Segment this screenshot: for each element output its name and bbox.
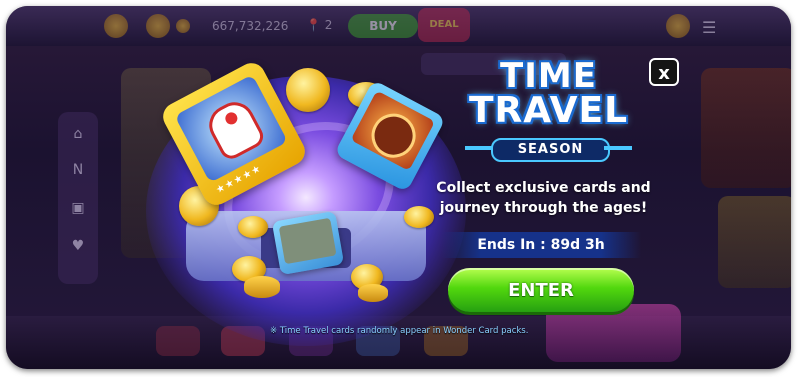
season-badge: SEASON xyxy=(491,138,610,162)
description-line1: Collect exclusive cards and xyxy=(436,180,651,196)
robot-eye xyxy=(223,110,240,127)
slots-icon[interactable]: ▣ xyxy=(70,200,86,216)
coin-stack xyxy=(244,276,280,298)
popup-description: Collect exclusive cards and journey thro… xyxy=(436,178,651,218)
logo-title-line2: TRAVEL xyxy=(468,90,629,131)
wonder-card-small xyxy=(271,210,345,276)
lion-figure xyxy=(363,105,424,166)
new-icon[interactable]: N xyxy=(70,162,86,178)
favorites-icon[interactable]: ♥ xyxy=(70,238,86,254)
vip-room-button[interactable] xyxy=(156,326,200,356)
coin-icon xyxy=(176,19,190,33)
top-bar: 667,732,226 📍 2 BUY DEAL ☰ xyxy=(6,6,791,46)
gold-coin xyxy=(286,68,330,112)
deal-button[interactable]: DEAL xyxy=(418,8,470,42)
home-icon[interactable]: ⌂ xyxy=(70,126,86,142)
gift-icon[interactable] xyxy=(666,14,690,38)
game-window: 667,732,226 📍 2 BUY DEAL ☰ ⌂ N ▣ ♥ ★★★★★… xyxy=(6,6,791,369)
countdown-banner: Ends In : 89d 3h xyxy=(441,232,641,258)
avatar[interactable] xyxy=(146,14,170,38)
lion-card-art xyxy=(350,90,436,171)
robot-figure xyxy=(202,95,268,163)
enter-button[interactable]: ENTER xyxy=(448,268,634,312)
gold-coin xyxy=(238,216,268,238)
pin-counter: 📍 2 xyxy=(306,18,333,32)
logo-right-bar xyxy=(604,146,632,150)
level-badge-icon[interactable] xyxy=(104,14,128,38)
blazing-field-machine[interactable] xyxy=(701,68,791,188)
buy-button[interactable]: BUY xyxy=(348,14,418,38)
time-travel-logo: TIME TRAVEL SEASON xyxy=(461,56,636,166)
wonder-card-small-art xyxy=(278,217,337,265)
close-button[interactable]: x xyxy=(649,58,679,86)
popup-footnote: ※ Time Travel cards randomly appear in W… xyxy=(270,326,529,336)
logo-left-bar xyxy=(465,146,493,150)
wonder-globe-machine[interactable] xyxy=(718,196,791,288)
description-line2: journey through the ages! xyxy=(439,200,648,216)
gold-coin xyxy=(404,206,434,228)
coin-stack xyxy=(358,284,388,302)
left-sidebar: ⌂ N ▣ ♥ xyxy=(58,112,98,284)
coin-balance: 667,732,226 xyxy=(212,19,289,33)
pin-value: 2 xyxy=(324,18,333,32)
hamburger-menu-icon[interactable]: ☰ xyxy=(702,18,716,37)
